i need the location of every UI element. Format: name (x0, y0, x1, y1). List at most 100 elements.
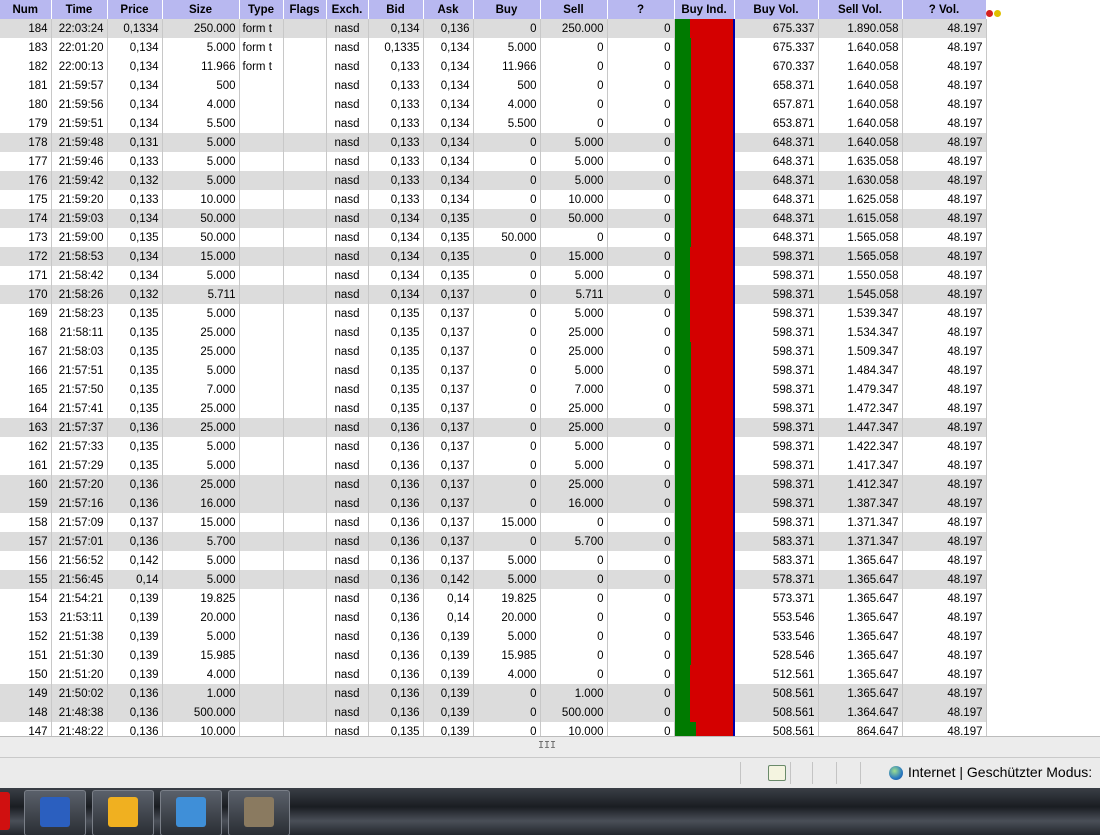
cell-time: 21:58:03 (51, 342, 108, 361)
table-row[interactable]: 152 21:51:38 0,139 5.000 nasd 0,136 0,139 5.000… (0, 627, 987, 646)
table-row[interactable]: 175 21:59:20 0,133 10.000 nasd 0,133 0,134 0 10.… (0, 190, 987, 209)
table-row[interactable]: 159 21:57:16 0,136 16.000 nasd 0,136 0,137 0 16.… (0, 494, 987, 513)
cell-size: 5.000 (162, 551, 240, 570)
table-row[interactable]: 153 21:53:11 0,139 20.000 nasd 0,136 0,14 20.00… (0, 608, 987, 627)
cell-price: 0,135 (107, 456, 163, 475)
table-row[interactable]: 184 22:03:24 0,1334 250.000 form t nasd 0,134 0… (0, 19, 987, 38)
table-row[interactable]: 151 21:51:30 0,139 15.985 nasd 0,136 0,139 15.9… (0, 646, 987, 665)
column-header[interactable]: Buy (473, 0, 541, 19)
cell-type (239, 437, 284, 456)
trades-table-container[interactable]: Num Time Price Size Type Flags Exch. Bid Ask Buy S… (0, 0, 987, 736)
close-dot-icon[interactable] (986, 10, 993, 17)
cell-buy: 0 (473, 152, 541, 171)
cell-size: 500.000 (162, 703, 240, 722)
cell-buyvol: 598.371 (734, 266, 819, 285)
table-row[interactable]: 182 22:00:13 0,134 11.966 form t nasd 0,133 0,1… (0, 57, 987, 76)
taskbar-app-word[interactable] (24, 790, 86, 835)
column-header[interactable]: Sell Vol. (818, 0, 903, 19)
table-row[interactable]: 164 21:57:41 0,135 25.000 nasd 0,135 0,137 0 25.… (0, 399, 987, 418)
table-row[interactable]: 176 21:59:42 0,132 5.000 nasd 0,133 0,134 0 5.00… (0, 171, 987, 190)
column-header[interactable]: Size (162, 0, 240, 19)
cell-sell: 5.000 (540, 304, 608, 323)
cell-buy: 4.000 (473, 95, 541, 114)
column-header[interactable]: Buy Vol. (734, 0, 819, 19)
cell-sell: 10.000 (540, 722, 608, 736)
table-row[interactable]: 181 21:59:57 0,134 500 nasd 0,133 0,134 500 0 0 65… (0, 76, 987, 95)
column-header[interactable]: ? Vol. (902, 0, 987, 19)
table-row[interactable]: 166 21:57:51 0,135 5.000 nasd 0,135 0,137 0 5.00… (0, 361, 987, 380)
cell-time: 21:57:09 (51, 513, 108, 532)
cell-size: 15.000 (162, 247, 240, 266)
cell-q: 0 (607, 456, 675, 475)
cell-buy: 5.000 (473, 551, 541, 570)
table-row[interactable]: 170 21:58:26 0,132 5.711 nasd 0,134 0,137 0 5.71… (0, 285, 987, 304)
table-row[interactable]: 168 21:58:11 0,135 25.000 nasd 0,135 0,137 0 25.… (0, 323, 987, 342)
cell-type (239, 171, 284, 190)
cell-qvol: 48.197 (902, 494, 987, 513)
column-header[interactable]: Bid (368, 0, 424, 19)
table-row[interactable]: 172 21:58:53 0,134 15.000 nasd 0,134 0,135 0 15.… (0, 247, 987, 266)
column-header[interactable]: Ask (423, 0, 474, 19)
table-row[interactable]: 165 21:57:50 0,135 7.000 nasd 0,135 0,137 0 7.00… (0, 380, 987, 399)
cell-time: 21:57:20 (51, 475, 108, 494)
cell-q: 0 (607, 266, 675, 285)
table-row[interactable]: 149 21:50:02 0,136 1.000 nasd 0,136 0,139 0 1.00… (0, 684, 987, 703)
column-header[interactable]: Time (51, 0, 108, 19)
table-row[interactable]: 171 21:58:42 0,134 5.000 nasd 0,134 0,135 0 5.00… (0, 266, 987, 285)
cell-qvol: 48.197 (902, 114, 987, 133)
buy-indicator-bar (674, 380, 735, 399)
start-edge-icon[interactable] (0, 792, 10, 830)
cell-qvol: 48.197 (902, 266, 987, 285)
table-row[interactable]: 154 21:54:21 0,139 19.825 nasd 0,136 0,14 19.82… (0, 589, 987, 608)
buy-portion-bar (674, 133, 691, 152)
taskbar-app-gimp[interactable] (228, 790, 290, 835)
column-header[interactable]: Buy Ind. (674, 0, 735, 19)
cell-bid: 0,134 (368, 228, 424, 247)
table-row[interactable]: 157 21:57:01 0,136 5.700 nasd 0,136 0,137 0 5.70… (0, 532, 987, 551)
table-row[interactable]: 180 21:59:56 0,134 4.000 nasd 0,133 0,134 4.000… (0, 95, 987, 114)
taskbar-app-photos[interactable] (160, 790, 222, 835)
horizontal-scrollbar[interactable]: III (0, 736, 1100, 757)
cell-qvol: 48.197 (902, 627, 987, 646)
cell-sell: 1.000 (540, 684, 608, 703)
table-row[interactable]: 156 21:56:52 0,142 5.000 nasd 0,136 0,137 5.000… (0, 551, 987, 570)
sell-portion-bar (691, 95, 732, 114)
column-header[interactable]: Exch. (326, 0, 369, 19)
table-row[interactable]: 160 21:57:20 0,136 25.000 nasd 0,136 0,137 0 25.… (0, 475, 987, 494)
minimize-dot-icon[interactable] (994, 10, 1001, 17)
cell-q: 0 (607, 38, 675, 57)
table-row[interactable]: 173 21:59:00 0,135 50.000 nasd 0,134 0,135 50.0… (0, 228, 987, 247)
table-row[interactable]: 158 21:57:09 0,137 15.000 nasd 0,136 0,137 15.0… (0, 513, 987, 532)
column-header[interactable]: Sell (540, 0, 608, 19)
table-row[interactable]: 148 21:48:38 0,136 500.000 nasd 0,136 0,139 0 50… (0, 703, 987, 722)
security-zone-label[interactable]: Internet | Geschützter Modus: (908, 764, 1092, 780)
table-row[interactable]: 169 21:58:23 0,135 5.000 nasd 0,135 0,137 0 5.00… (0, 304, 987, 323)
column-header[interactable]: Flags (283, 0, 327, 19)
taskbar-app-outlook[interactable] (92, 790, 154, 835)
table-row[interactable]: 147 21:48:22 0,136 10.000 nasd 0,135 0,139 0 10.… (0, 722, 987, 736)
table-row[interactable]: 167 21:58:03 0,135 25.000 nasd 0,135 0,137 0 25.… (0, 342, 987, 361)
sell-portion-bar (691, 57, 732, 76)
table-row[interactable]: 179 21:59:51 0,134 5.500 nasd 0,133 0,134 5.500… (0, 114, 987, 133)
scrollbar-thumb[interactable]: III (537, 740, 557, 752)
cell-sell: 5.000 (540, 437, 608, 456)
cell-qvol: 48.197 (902, 513, 987, 532)
column-header[interactable]: Num (0, 0, 52, 19)
column-header[interactable]: Price (107, 0, 163, 19)
buy-portion-bar (674, 171, 691, 190)
table-row[interactable]: 183 22:01:20 0,134 5.000 form t nasd 0,1335 0,1… (0, 38, 987, 57)
column-header[interactable]: Type (239, 0, 284, 19)
cell-ask: 0,134 (423, 133, 474, 152)
table-row[interactable]: 163 21:57:37 0,136 25.000 nasd 0,136 0,137 0 25.… (0, 418, 987, 437)
column-header[interactable]: ? (607, 0, 675, 19)
cell-q: 0 (607, 95, 675, 114)
certificate-icon[interactable] (768, 765, 786, 781)
table-row[interactable]: 174 21:59:03 0,134 50.000 nasd 0,134 0,135 0 50.… (0, 209, 987, 228)
table-row[interactable]: 178 21:59:48 0,131 5.000 nasd 0,133 0,134 0 5.00… (0, 133, 987, 152)
cell-exch: nasd (326, 133, 369, 152)
table-row[interactable]: 161 21:57:29 0,135 5.000 nasd 0,136 0,137 0 5.00… (0, 456, 987, 475)
table-row[interactable]: 150 21:51:20 0,139 4.000 nasd 0,136 0,139 4.000… (0, 665, 987, 684)
table-row[interactable]: 155 21:56:45 0,14 5.000 nasd 0,136 0,142 5.000 0… (0, 570, 987, 589)
table-row[interactable]: 162 21:57:33 0,135 5.000 nasd 0,136 0,137 0 5.00… (0, 437, 987, 456)
table-row[interactable]: 177 21:59:46 0,133 5.000 nasd 0,133 0,134 0 5.00… (0, 152, 987, 171)
